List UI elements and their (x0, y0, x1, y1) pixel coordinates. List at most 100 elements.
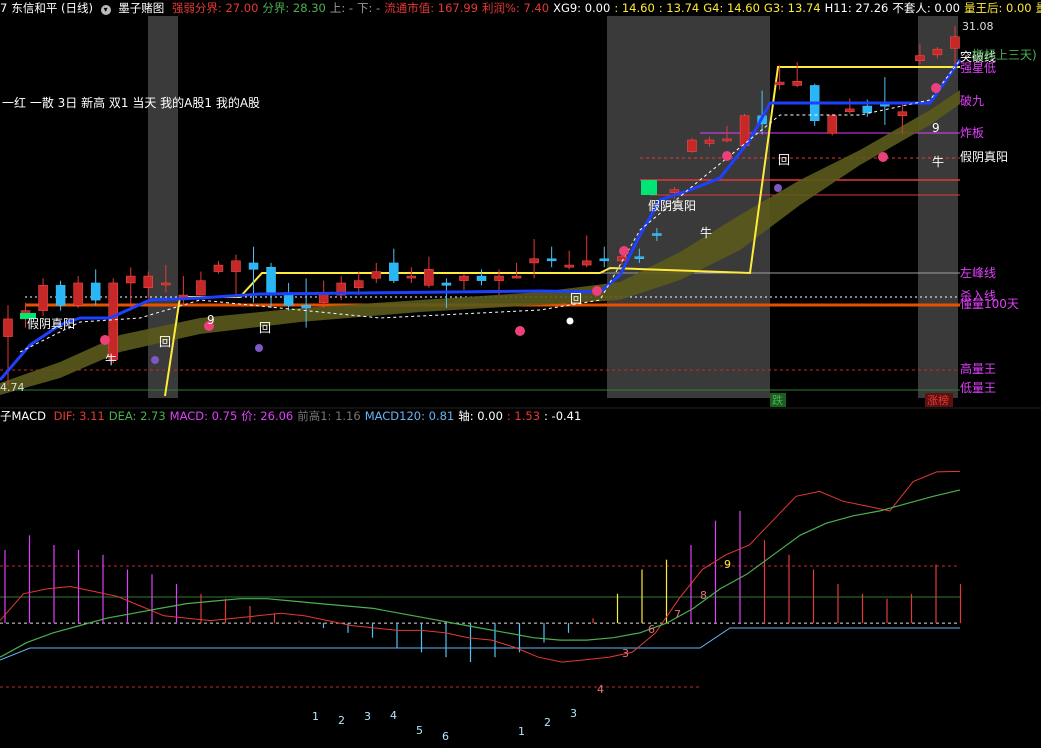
candle-body-27 (476, 275, 487, 281)
purple-dot-2 (774, 184, 782, 192)
candle-body-11 (196, 280, 206, 296)
macd-down-count-5: 6 (442, 730, 449, 743)
candle-body-10 (178, 294, 189, 298)
candle-body-45 (792, 80, 802, 86)
purple-dot-0 (151, 356, 159, 364)
candle-body-41 (722, 138, 732, 142)
macd-up-count-0: 3 (622, 647, 629, 660)
macd-item-4: 前高1: 1.16 (297, 409, 361, 423)
right-label-8: 懂量100天 (960, 297, 1019, 311)
candle-body-34 (599, 258, 610, 262)
candle-body-49 (862, 105, 873, 114)
annotation-4: 回 (570, 292, 582, 306)
macd-title[interactable]: 子MACD (0, 409, 46, 423)
candle-body-35 (617, 256, 627, 262)
macd-item-3: 价: 26.06 (241, 409, 294, 423)
candle-body-5 (90, 282, 101, 301)
candle-body-52 (915, 55, 925, 61)
candle-body-24 (424, 269, 434, 286)
candle-body-13 (231, 260, 241, 272)
candle-body-54 (950, 36, 960, 49)
macd-up-count-2: 6 (648, 623, 655, 636)
candle-body-53 (932, 48, 943, 56)
candle-body-37 (652, 233, 662, 236)
annotation-5: 回 (778, 153, 790, 167)
macd-item-6: 轴: 0.00 (458, 409, 503, 423)
signal-marker-4 (619, 246, 629, 256)
macd-down-count-4: 5 (416, 724, 423, 737)
macd-down-count-1: 2 (338, 714, 345, 727)
annotation-9: 9 (207, 313, 215, 327)
macd-item-8: : -0.41 (544, 409, 582, 423)
candle-body-8 (143, 275, 154, 288)
signal-marker-2 (515, 326, 525, 336)
annotation-1: 假阴真阳 (648, 199, 696, 213)
candle-body-30 (529, 258, 539, 264)
right-label-3: 破九 (960, 93, 984, 108)
price-low-label: 4.74 (0, 381, 25, 394)
candle-body-20 (353, 280, 364, 288)
green-square (641, 180, 657, 195)
macd-up-count-1: 4 (597, 683, 604, 696)
candle-body-3 (55, 285, 66, 306)
bottom-tag-1: 涨榜 (927, 393, 949, 407)
macd-item-0: DIF: 3.11 (53, 409, 105, 423)
macd-item-1: DEA: 2.73 (108, 409, 166, 423)
candle-body-48 (845, 108, 855, 113)
candle-body-14 (248, 262, 259, 270)
signal-marker-5 (722, 151, 732, 161)
annotation-3: 回 (259, 321, 271, 335)
annotation-10: 9 (932, 121, 940, 135)
right-label-1: 指标上三天) (972, 47, 1037, 62)
macd-item-5: MACD120: 0.81 (364, 409, 455, 423)
candle-body-32 (564, 264, 574, 268)
candle-body-23 (406, 275, 417, 279)
candle-body-51 (897, 111, 908, 116)
macd-down-count-8: 3 (570, 707, 577, 720)
annotation-7: 牛 (700, 225, 712, 240)
macd-up-count-5: 9 (724, 558, 731, 571)
candle-body-33 (581, 260, 592, 266)
macd-down-count-6: 1 (518, 725, 525, 738)
macd-item-7: : 1.53 (506, 409, 541, 423)
candle-body-39 (687, 139, 697, 152)
white-dot (566, 317, 574, 325)
annotation-6: 牛 (105, 352, 117, 367)
candle-body-40 (704, 139, 715, 144)
candle-body-36 (634, 256, 645, 259)
yellow-step-line (164, 66, 960, 397)
right-label-10: 低量王 (960, 381, 996, 395)
candle-body-7 (126, 275, 136, 284)
purple-dot-1 (255, 344, 263, 352)
candle-body-26 (459, 275, 469, 281)
right-label-5: 假阴真阳 (960, 150, 1008, 164)
candle-body-2 (38, 285, 48, 311)
right-label-4: 炸板 (960, 126, 984, 140)
candle-body-15 (266, 266, 276, 296)
annotation-8: 牛 (932, 154, 944, 169)
candle-body-0 (3, 318, 13, 337)
candle-body-4 (73, 282, 83, 306)
candle-body-31 (546, 258, 557, 262)
macd-down-count-7: 2 (544, 716, 551, 729)
price-high-label: 31.08 (962, 20, 994, 33)
candle-body-12 (213, 264, 224, 272)
dif-line (0, 470, 961, 663)
trend-band (0, 90, 960, 395)
candle-body-17 (301, 305, 311, 309)
macd-down-count-0: 1 (312, 710, 319, 723)
macd-up-count-4: 8 (700, 589, 707, 602)
macd-item-2: MACD: 0.75 (169, 409, 238, 423)
candle-body-22 (389, 262, 399, 281)
candle-body-6 (108, 282, 118, 360)
macd120-line (0, 627, 960, 661)
legend-text: 一红 一散 3日 新高 双1 当天 我的A股1 我的A股 (2, 95, 260, 110)
right-label-6: 左峰线 (960, 265, 996, 280)
annotation-0: 假阴真阳 (27, 317, 75, 331)
signal-marker-7 (931, 83, 941, 93)
candle-body-47 (827, 115, 837, 134)
signal-marker-3 (592, 286, 602, 296)
candle-body-28 (494, 275, 504, 281)
annotation-2: 回 (159, 335, 171, 349)
macd-indicators: DIF: 3.11 DEA: 2.73 MACD: 0.75 价: 26.06 前高1:… (54, 409, 586, 423)
